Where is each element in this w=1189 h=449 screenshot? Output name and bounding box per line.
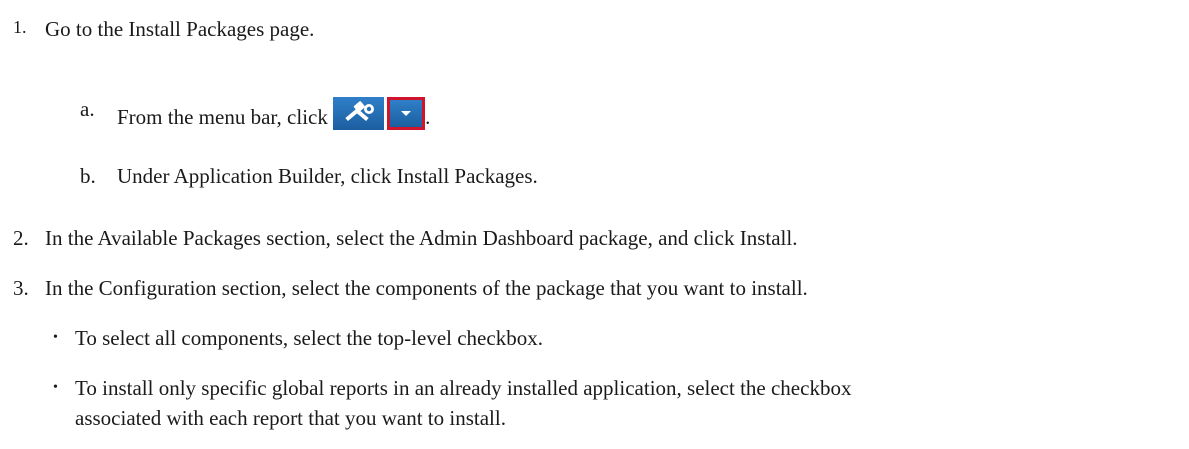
step-text: Go to the Install Packages page. xyxy=(45,17,315,41)
bullet-text: To install only specific global reports … xyxy=(75,376,852,400)
step-text: In the Configuration section, select the… xyxy=(45,276,808,300)
bullet-text-continued: associated with each report that you wan… xyxy=(75,406,506,430)
tools-icon-button[interactable] xyxy=(333,97,385,130)
bullet-icon: • xyxy=(53,330,58,345)
tools-menu-button[interactable] xyxy=(333,97,426,130)
substep-letter: a. xyxy=(80,97,95,121)
bullet-icon: • xyxy=(53,380,58,395)
step-number: 1. xyxy=(13,17,27,37)
substep-text: Under Application Builder, click Install… xyxy=(117,164,538,188)
substep-text: From the menu bar, click . xyxy=(117,97,430,130)
tools-icon xyxy=(345,101,375,122)
step-number: 3. xyxy=(13,276,29,300)
substep-text-after: . xyxy=(425,105,431,129)
step-text: In the Available Packages section, selec… xyxy=(45,226,798,250)
caret-down-icon xyxy=(401,111,412,116)
substep-text-before: From the menu bar, click xyxy=(117,105,328,129)
substep-letter: b. xyxy=(80,164,96,188)
bullet-text: To select all components, select the top… xyxy=(75,326,543,350)
dropdown-button[interactable] xyxy=(387,97,426,130)
step-number: 2. xyxy=(13,226,29,250)
